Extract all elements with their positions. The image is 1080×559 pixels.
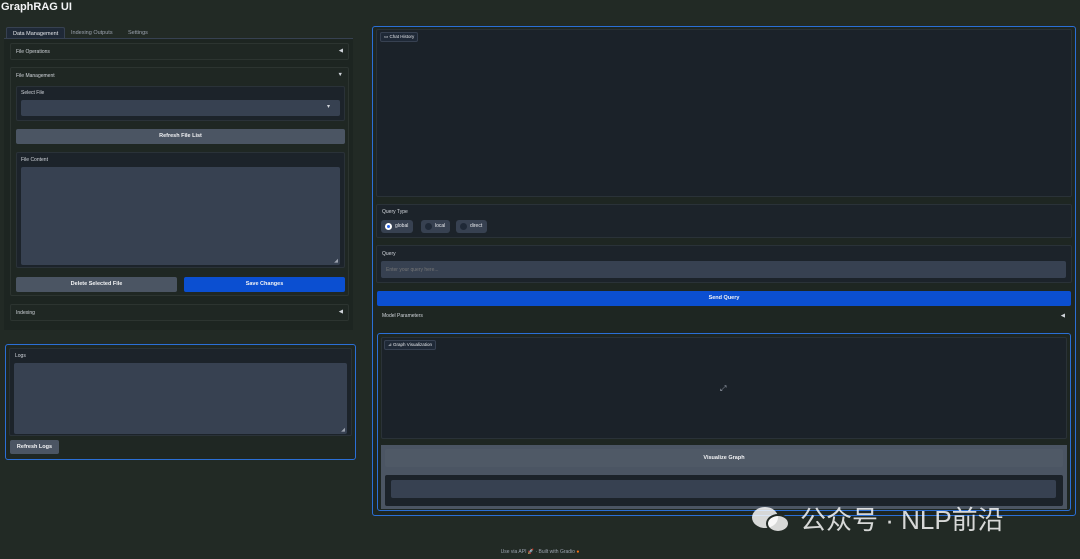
select-file-dropdown[interactable]: ▾ [21,100,340,116]
indexing-label: Indexing [16,310,35,316]
file-content-label: File Content [21,157,48,163]
visualize-graph-button[interactable]: Visualize Graph [385,449,1063,467]
radio-global[interactable]: global [381,220,414,233]
chat-history: ▭ Chat History [376,29,1072,197]
file-content-textarea[interactable]: ◢ [21,167,340,265]
logs-label: Logs [15,353,26,359]
refresh-file-list-button[interactable]: Refresh File List [16,129,345,144]
model-parameters-label: Model Parameters [382,313,423,319]
chat-icon: ▭ [384,34,389,39]
watermark-text: 公众号 · NLP前沿 [800,505,1004,535]
chevron-down-icon[interactable]: ▾ [327,103,330,110]
indexing-accordion[interactable]: Indexing ◀ [10,304,349,321]
file-operations-label: File Operations [16,49,50,55]
built-with-gradio-link[interactable]: Built with Gradio [539,549,575,555]
chat-history-label: Chat History [389,34,415,39]
resize-handle-icon[interactable]: ◢ [341,427,345,433]
chart-placeholder-icon: ⤢ [720,384,727,393]
chat-history-tag: ▭ Chat History [380,32,419,42]
file-operations-accordion[interactable]: File Operations ◀ [10,43,349,60]
radio-direct-label: direct [470,223,483,229]
collapse-arrow-icon[interactable]: ◀ [339,48,343,54]
gradio-logo-icon: ● [576,549,580,555]
wechat-watermark: 公众号 · NLP前沿 [752,500,1004,537]
graph-visualization-tag: ⊿ Graph Visualization [384,340,436,350]
graph-plot: ⊿ Graph Visualization ⤢ [381,337,1067,439]
radio-unselected-icon [425,223,432,230]
graph-output-field[interactable] [391,480,1056,498]
model-parameters-accordion[interactable]: Model Parameters ◀ [377,309,1071,324]
logs-textarea[interactable]: ◢ [14,363,347,434]
app-title: GraphRAG UI [1,1,72,13]
query-label: Query [382,251,396,257]
radio-unselected-icon [460,223,467,230]
radio-global-label: global [395,223,409,229]
file-management-label: File Management [16,73,55,79]
footer-separator: · [535,549,538,555]
send-query-button[interactable]: Send Query [377,291,1071,306]
footer: Use via API 🚀 · Built with Gradio ● [0,549,1080,555]
radio-direct[interactable]: direct [456,220,488,233]
rocket-icon: 🚀 [527,549,535,555]
collapse-arrow-icon[interactable]: ◀ [1061,313,1065,319]
resize-handle-icon[interactable]: ◢ [334,258,338,264]
save-changes-button[interactable]: Save Changes [184,277,345,292]
query-type-label: Query Type [382,209,408,215]
wechat-logo-icon [752,504,792,534]
chart-icon: ⊿ [388,342,392,347]
radio-local[interactable]: local [421,220,451,233]
refresh-logs-button[interactable]: Refresh Logs [10,440,59,454]
query-input[interactable] [381,261,1066,278]
radio-selected-icon [385,223,392,230]
expand-arrow-icon[interactable]: ▼ [338,72,343,78]
select-file-label: Select File [21,90,45,96]
radio-local-label: local [435,223,446,229]
collapse-arrow-icon[interactable]: ◀ [339,309,343,315]
graph-visualization-label: Graph Visualization [393,342,432,347]
delete-file-button[interactable]: Delete Selected File [16,277,177,292]
use-via-api-link[interactable]: Use via API [501,549,527,555]
